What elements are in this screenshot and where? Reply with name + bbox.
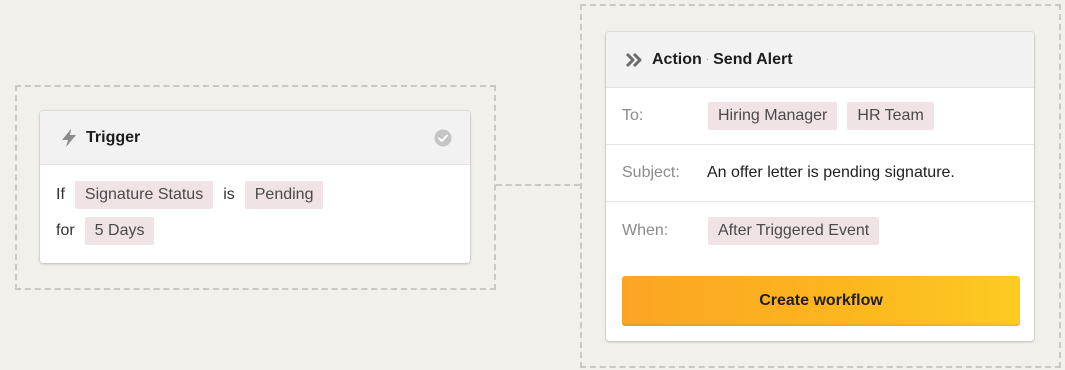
check-circle-icon bbox=[434, 129, 452, 147]
trigger-card[interactable]: Trigger If Signature Status is Pending f… bbox=[40, 111, 470, 263]
to-label: To: bbox=[622, 107, 644, 124]
connector-line bbox=[496, 184, 580, 186]
subject-value[interactable]: An offer letter is pending signature. bbox=[707, 164, 955, 182]
recipient-chip[interactable]: HR Team bbox=[847, 102, 934, 130]
action-title: Action bbox=[652, 50, 702, 68]
lightning-icon bbox=[58, 127, 80, 149]
double-chevron-right-icon bbox=[624, 49, 646, 71]
condition-prefix: If bbox=[56, 186, 65, 203]
subject-label: Subject: bbox=[622, 164, 680, 181]
duration-chip[interactable]: 5 Days bbox=[84, 217, 155, 245]
create-workflow-button[interactable]: Create workflow bbox=[622, 276, 1020, 326]
trigger-title: Trigger bbox=[86, 128, 141, 146]
when-row: When: After Triggered Event bbox=[606, 202, 1034, 259]
when-chip[interactable]: After Triggered Event bbox=[708, 216, 880, 245]
trigger-header: Trigger bbox=[40, 111, 470, 165]
condition-operator: is bbox=[223, 186, 235, 203]
trigger-body: If Signature Status is Pending for 5 Day… bbox=[40, 165, 470, 247]
when-label: When: bbox=[622, 221, 669, 239]
duration-prefix: for bbox=[56, 222, 75, 239]
action-subtitle: Send Alert bbox=[713, 50, 793, 68]
action-header: Action · Send Alert bbox=[606, 32, 1034, 88]
to-row: To: Hiring Manager HR Team bbox=[606, 88, 1034, 145]
trigger-duration-row: for 5 Days bbox=[56, 215, 454, 247]
subject-row: Subject: An offer letter is pending sign… bbox=[606, 145, 1034, 202]
action-card[interactable]: Action · Send Alert To: Hiring Manager H… bbox=[606, 32, 1034, 341]
trigger-condition-row: If Signature Status is Pending bbox=[56, 179, 454, 211]
condition-value-chip[interactable]: Pending bbox=[244, 181, 324, 209]
condition-field-chip[interactable]: Signature Status bbox=[74, 181, 214, 209]
action-title-separator: · bbox=[705, 54, 710, 65]
recipient-chip[interactable]: Hiring Manager bbox=[708, 102, 838, 130]
